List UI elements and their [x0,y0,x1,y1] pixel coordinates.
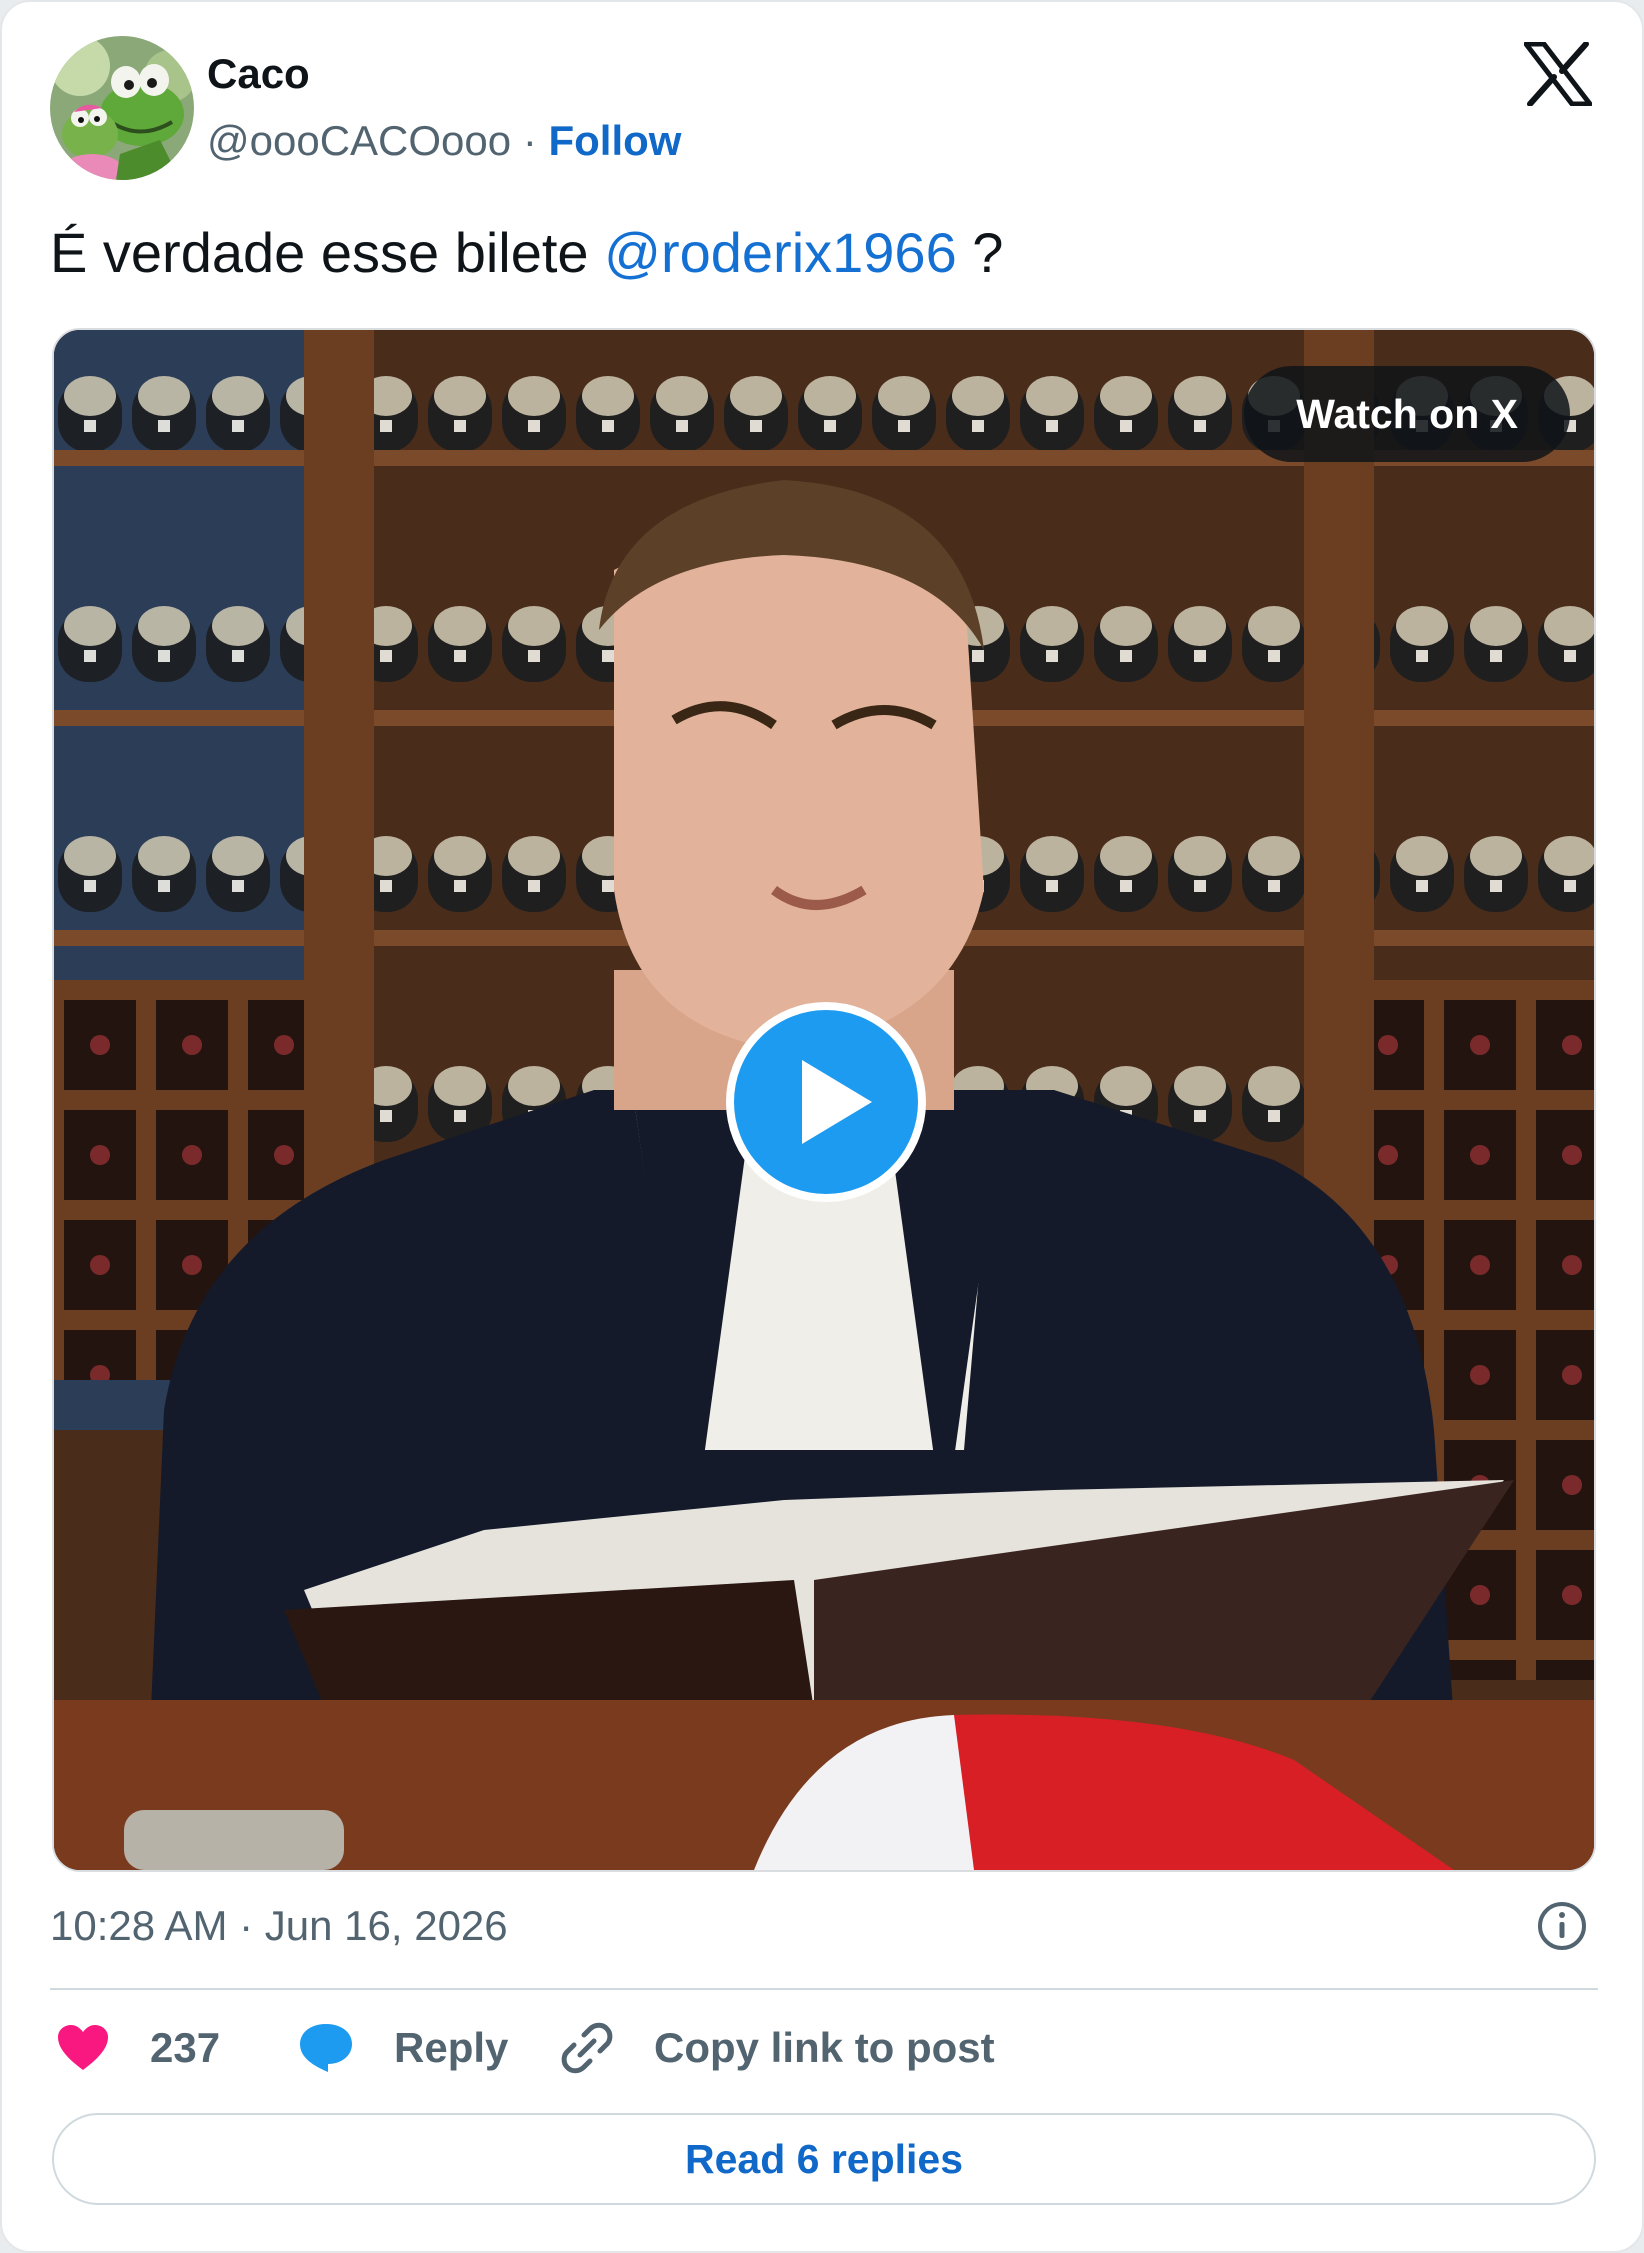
divider [50,1988,1598,1990]
heart-icon [58,2025,108,2070]
copy-link-button[interactable]: Copy link to post [560,2022,995,2074]
link-icon [561,2022,613,2074]
post-timestamp[interactable]: 10:28 AM · Jun 16, 2026 [50,1902,508,1950]
author-name[interactable]: Caco [207,50,310,98]
author-handle[interactable]: @oooCACOooo [207,117,511,164]
frog-avatar-icon [50,36,194,180]
copy-link-label: Copy link to post [654,2024,995,2071]
avatar[interactable] [50,36,194,180]
follow-button[interactable]: Follow [548,117,681,164]
tweet-card: Caco @oooCACOooo · Follow É verdade esse… [0,0,1644,2253]
like-count: 237 [150,2024,221,2071]
read-replies-button[interactable]: Read 6 replies [52,2113,1596,2205]
like-button[interactable]: 237 [56,2022,220,2074]
tweet-text-end: ? [956,221,1004,284]
info-icon[interactable] [1536,1900,1588,1952]
video-player[interactable]: Watch on X [52,328,1596,1872]
reply-button[interactable]: Reply [298,2022,508,2074]
author-handle-row: @oooCACOooo · Follow [207,117,681,165]
play-icon[interactable] [724,1000,928,1204]
x-logo-icon[interactable] [1524,42,1592,106]
reply-bubble-icon [300,2024,352,2072]
reply-label: Reply [394,2024,509,2071]
tweet-text-start: É verdade esse bilete [50,221,605,284]
mention-link[interactable]: @roderix1966 [604,221,957,284]
handle-separator: · [522,117,537,164]
tweet-text: É verdade esse bilete @roderix1966 ? [50,220,1003,285]
watch-on-x-button[interactable]: Watch on X [1244,366,1570,462]
